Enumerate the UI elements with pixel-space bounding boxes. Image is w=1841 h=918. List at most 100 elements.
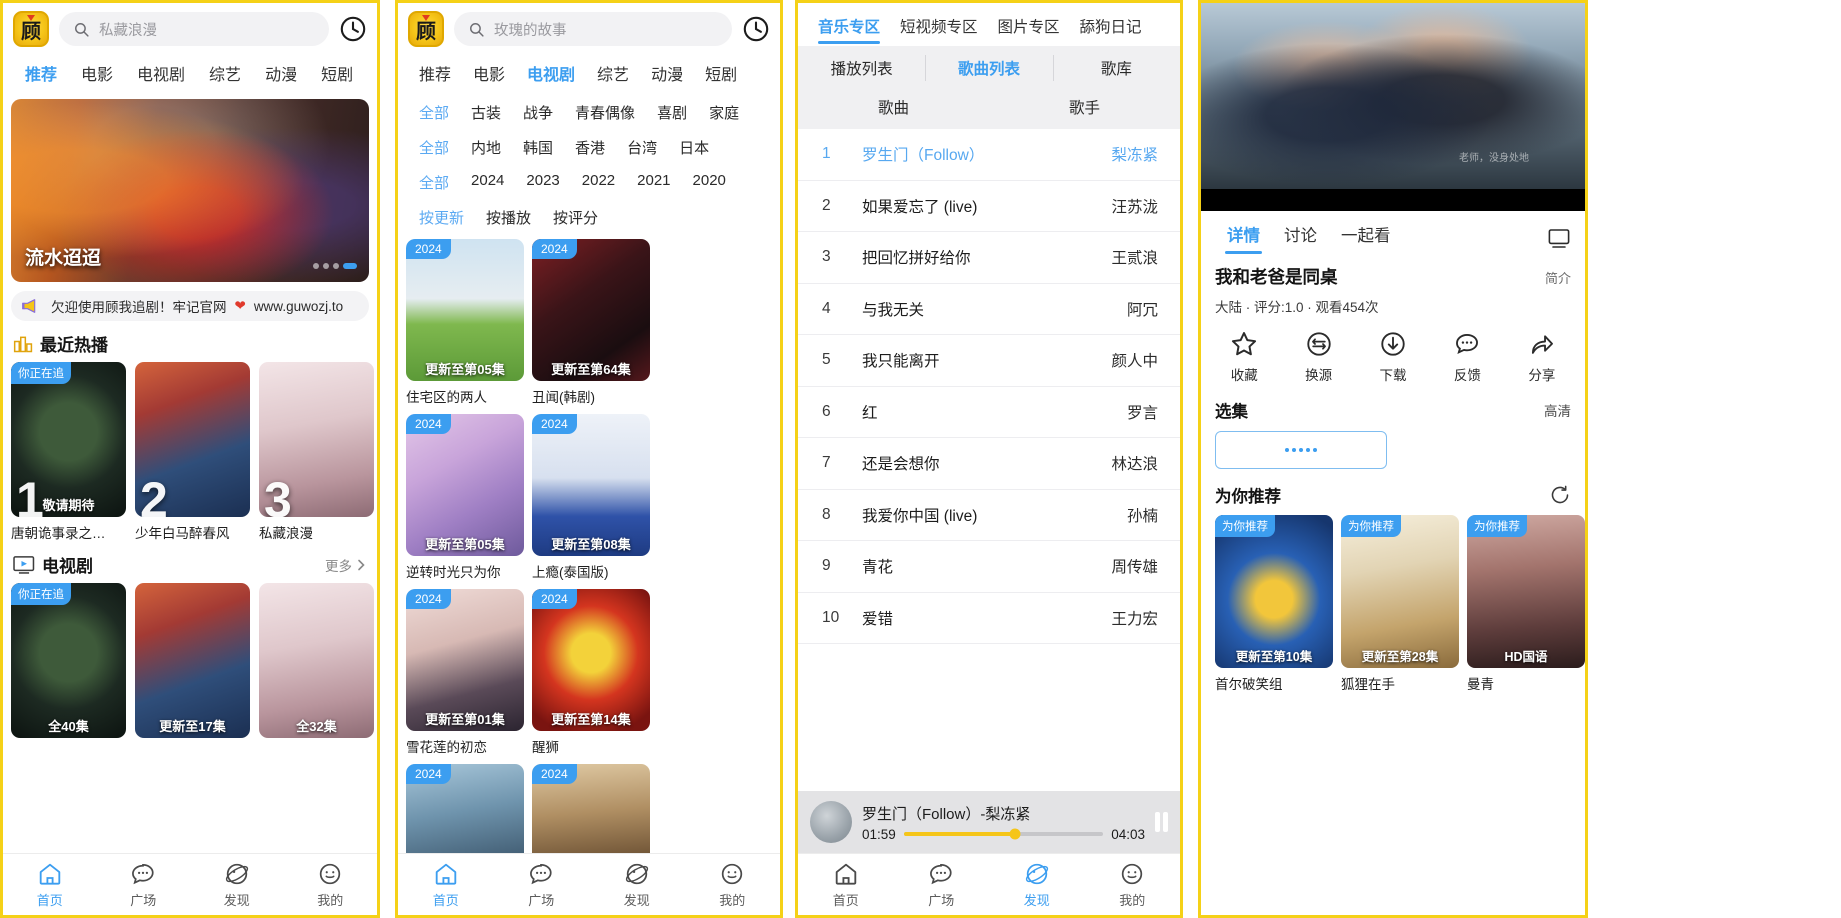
hero-banner[interactable]: 流水迢迢 <box>11 99 369 282</box>
search-input[interactable]: 玫瑰的故事 <box>454 12 732 46</box>
filter-genre-costume[interactable]: 古装 <box>460 100 512 125</box>
banner-dot-active[interactable] <box>343 263 357 269</box>
filter-region-japan[interactable]: 日本 <box>668 135 720 160</box>
clock-icon[interactable] <box>339 15 367 43</box>
nav-home[interactable]: 首页 <box>798 861 894 909</box>
tab-shortvideo-zone[interactable]: 短视频专区 <box>890 11 988 46</box>
tab-tv[interactable]: 电视剧 <box>125 57 197 89</box>
mini-player[interactable]: 罗生门（Follow）-梨冻紧 01:59 04:03 <box>798 791 1180 853</box>
nav-discover[interactable]: 发现 <box>190 861 284 909</box>
filter-region-korea[interactable]: 韩国 <box>512 135 564 160</box>
table-row[interactable]: 1 罗生门（Follow） 梨冻紧 <box>798 129 1180 181</box>
action-favorite[interactable]: 收藏 <box>1207 330 1281 384</box>
filter-genre-war[interactable]: 战争 <box>512 100 564 125</box>
nav-mine[interactable]: 我的 <box>685 861 781 909</box>
table-row[interactable]: 7 还是会想你 林达浪 <box>798 438 1180 490</box>
list-item[interactable]: 更新至17集 <box>135 583 250 738</box>
nav-mine[interactable]: 我的 <box>284 861 378 909</box>
more-link[interactable]: 更多 <box>325 555 367 575</box>
table-row[interactable]: 6 红 罗言 <box>798 387 1180 438</box>
table-row[interactable]: 5 我只能离开 颜人中 <box>798 335 1180 387</box>
search-input[interactable]: 私藏浪漫 <box>59 12 329 46</box>
list-item[interactable]: 2 少年白马醉春风 <box>135 362 250 542</box>
table-row[interactable]: 4 与我无关 阿冗 <box>798 284 1180 335</box>
list-item[interactable]: 你正在追 全40集 <box>11 583 126 738</box>
nav-home[interactable]: 首页 <box>3 861 97 909</box>
brief-link[interactable]: 简介 <box>1545 268 1571 287</box>
tab-watch-together[interactable]: 一起看 <box>1329 220 1403 256</box>
tab-recommend[interactable]: 推荐 <box>408 57 462 89</box>
filter-year-2020[interactable]: 2020 <box>682 170 737 195</box>
action-switch-source[interactable]: 换源 <box>1281 330 1355 384</box>
banner-dot[interactable] <box>333 263 339 269</box>
filter-genre-comedy[interactable]: 喜剧 <box>646 100 698 125</box>
tab-anime[interactable]: 动漫 <box>640 57 694 89</box>
filter-region-all[interactable]: 全部 <box>408 135 460 160</box>
table-row[interactable]: 8 我爱你中国 (live) 孙楠 <box>798 490 1180 541</box>
tab-recommend[interactable]: 推荐 <box>13 57 69 89</box>
filter-genre-all[interactable]: 全部 <box>408 100 460 125</box>
progress-knob[interactable] <box>1009 828 1021 840</box>
tab-discussion[interactable]: 讨论 <box>1272 220 1329 256</box>
table-row[interactable]: 2 如果爱忘了 (live) 汪苏泷 <box>798 181 1180 232</box>
action-feedback[interactable]: 反馈 <box>1430 330 1504 384</box>
action-share[interactable]: 分享 <box>1505 330 1579 384</box>
table-row[interactable]: 3 把回忆拼好给你 王贰浪 <box>798 232 1180 284</box>
tab-music-zone[interactable]: 音乐专区 <box>808 11 890 46</box>
filter-region-mainland[interactable]: 内地 <box>460 135 512 160</box>
app-logo-icon[interactable]: 顾 <box>13 11 49 47</box>
list-item[interactable]: 为你推荐 HD国语 曼青 <box>1467 515 1585 693</box>
list-item[interactable]: 3 私藏浪漫 <box>259 362 374 542</box>
nav-mine[interactable]: 我的 <box>1085 861 1181 909</box>
filter-year-all[interactable]: 全部 <box>408 170 460 195</box>
tab-diary-zone[interactable]: 舔狗日记 <box>1070 11 1152 46</box>
video-player[interactable]: 老师，没身处地 <box>1201 3 1585 211</box>
sort-by-update[interactable]: 按更新 <box>408 205 475 230</box>
action-download[interactable]: 下载 <box>1356 330 1430 384</box>
list-item[interactable]: 你正在追 1 敬请期待 唐朝诡事录之… <box>11 362 126 542</box>
filter-region-taiwan[interactable]: 台湾 <box>616 135 668 160</box>
subtab-songlist[interactable]: 歌曲列表 <box>925 46 1052 90</box>
filter-year-2022[interactable]: 2022 <box>571 170 626 195</box>
nav-square[interactable]: 广场 <box>97 861 191 909</box>
clock-icon[interactable] <box>742 15 770 43</box>
announcement-bar[interactable]: 欠迎使用顾我追剧！牢记官网 ❤ www.guwozj.to <box>11 291 369 321</box>
banner-dot[interactable] <box>313 263 319 269</box>
nav-home[interactable]: 首页 <box>398 861 494 909</box>
tab-tv[interactable]: 电视剧 <box>516 57 586 89</box>
tab-shortdrama[interactable]: 短剧 <box>309 57 365 89</box>
filter-year-2024[interactable]: 2024 <box>460 170 515 195</box>
list-item[interactable]: 为你推荐 更新至第28集 狐狸在手 <box>1341 515 1459 693</box>
list-item[interactable]: 2024 更新至第08集 上瘾(泰国版) <box>532 414 650 581</box>
pause-icon[interactable] <box>1155 812 1168 832</box>
subtab-playlist[interactable]: 播放列表 <box>798 46 925 90</box>
filter-genre-family[interactable]: 家庭 <box>698 100 750 125</box>
nav-discover[interactable]: 发现 <box>989 861 1085 909</box>
tab-anime[interactable]: 动漫 <box>253 57 309 89</box>
filter-genre-youth[interactable]: 青春偶像 <box>564 100 646 125</box>
list-item[interactable]: 2024 更新至第64集 丑闻(韩剧) <box>532 239 650 406</box>
refresh-icon[interactable] <box>1549 484 1571 506</box>
sort-by-plays[interactable]: 按播放 <box>475 205 542 230</box>
list-item[interactable]: 2024 更新至第05集 住宅区的两人 <box>406 239 524 406</box>
filter-year-2023[interactable]: 2023 <box>515 170 570 195</box>
quality-label[interactable]: 高清 <box>1544 400 1571 420</box>
sort-by-rating[interactable]: 按评分 <box>542 205 609 230</box>
nav-square[interactable]: 广场 <box>494 861 590 909</box>
filter-region-hongkong[interactable]: 香港 <box>564 135 616 160</box>
list-item[interactable]: 2024 更新至第05集 逆转时光只为你 <box>406 414 524 581</box>
list-item[interactable]: 全32集 <box>259 583 374 738</box>
list-item[interactable]: 为你推荐 更新至第10集 首尔破笑组 <box>1215 515 1333 693</box>
tab-shortdrama[interactable]: 短剧 <box>694 57 748 89</box>
list-item[interactable]: 2024 更新至第14集 醒狮 <box>532 589 650 756</box>
tab-variety[interactable]: 综艺 <box>197 57 253 89</box>
filter-year-2021[interactable]: 2021 <box>626 170 681 195</box>
cast-screen-icon[interactable] <box>1547 226 1571 250</box>
app-logo-icon[interactable]: 顾 <box>408 11 444 47</box>
banner-dot[interactable] <box>323 263 329 269</box>
tab-movie[interactable]: 电影 <box>462 57 516 89</box>
tab-detail[interactable]: 详情 <box>1215 220 1272 256</box>
nav-square[interactable]: 广场 <box>894 861 990 909</box>
list-item[interactable]: 2024 更新至第01集 雪花莲的初恋 <box>406 589 524 756</box>
table-row[interactable]: 10 爱错 王力宏 <box>798 593 1180 644</box>
